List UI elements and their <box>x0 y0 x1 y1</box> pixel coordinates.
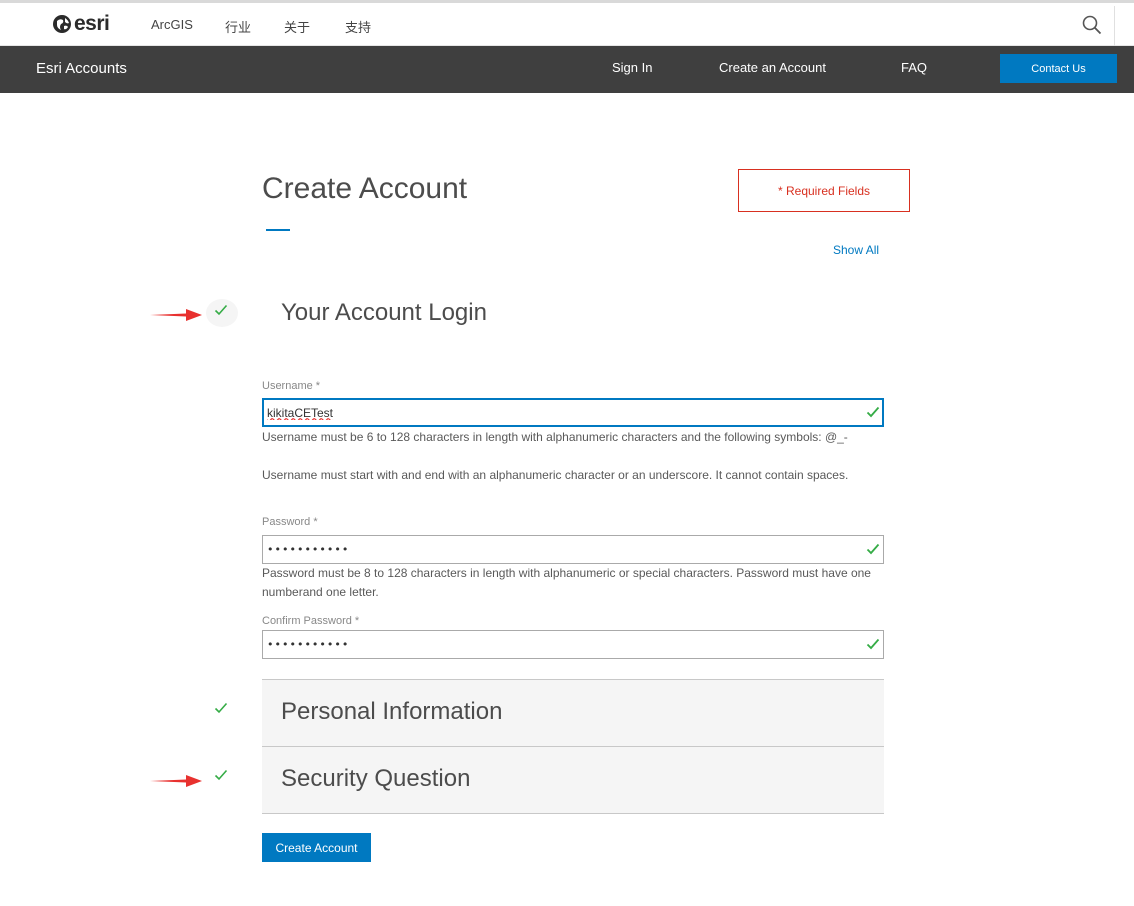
section-title-security-question: Security Question <box>281 765 471 792</box>
search-icon[interactable] <box>1081 14 1103 36</box>
header-divider <box>1114 6 1115 48</box>
section-title-personal-information: Personal Information <box>281 698 503 725</box>
required-fields-note: * Required Fields <box>738 169 910 212</box>
contact-us-button[interactable]: Contact Us <box>1000 54 1117 83</box>
check-icon <box>214 304 228 316</box>
confirm-password-label: Confirm Password * <box>262 615 360 627</box>
section-title-account-login: Your Account Login <box>281 299 487 326</box>
title-underline <box>266 229 290 231</box>
security-question-section[interactable]: Security Question <box>262 746 884 813</box>
username-label: Username * <box>262 380 321 392</box>
check-icon <box>214 702 228 714</box>
username-help-1: Username must be 6 to 128 characters in … <box>262 430 848 444</box>
global-header: esri ArcGIS 行业 关于 支持 <box>0 3 1134 48</box>
password-label: Password * <box>262 516 318 528</box>
red-arrow-icon <box>150 775 202 787</box>
check-icon <box>866 543 880 555</box>
brand-title[interactable]: Esri Accounts <box>36 60 127 77</box>
check-icon <box>214 769 228 781</box>
create-account-button[interactable]: Create Account <box>262 833 371 862</box>
page-title: Create Account <box>262 172 468 205</box>
red-arrow-icon <box>150 309 202 321</box>
username-field[interactable] <box>262 398 884 427</box>
topnav-arcgis[interactable]: ArcGIS <box>151 17 193 32</box>
personal-information-section[interactable]: Personal Information <box>262 679 884 746</box>
esri-logo[interactable]: esri <box>52 12 110 36</box>
logo-text: esri <box>74 12 110 35</box>
topnav-support[interactable]: 支持 <box>345 17 371 36</box>
check-icon <box>866 406 880 418</box>
confirm-password-field[interactable] <box>262 630 884 659</box>
esri-globe-icon <box>53 15 71 33</box>
accounts-nav: Esri Accounts Sign In Create an Account … <box>0 46 1134 93</box>
section-divider <box>262 813 884 814</box>
username-help-2: Username must start with and end with an… <box>262 468 849 482</box>
password-field[interactable] <box>262 535 884 564</box>
password-help: Password must be 8 to 128 characters in … <box>262 566 871 599</box>
topnav-industries[interactable]: 行业 <box>225 17 251 36</box>
create-account-link[interactable]: Create an Account <box>719 60 826 75</box>
sign-in-link[interactable]: Sign In <box>612 60 652 75</box>
topnav-about[interactable]: 关于 <box>284 17 310 36</box>
show-all-link[interactable]: Show All <box>833 243 879 257</box>
check-icon <box>866 638 880 650</box>
faq-link[interactable]: FAQ <box>901 60 927 75</box>
